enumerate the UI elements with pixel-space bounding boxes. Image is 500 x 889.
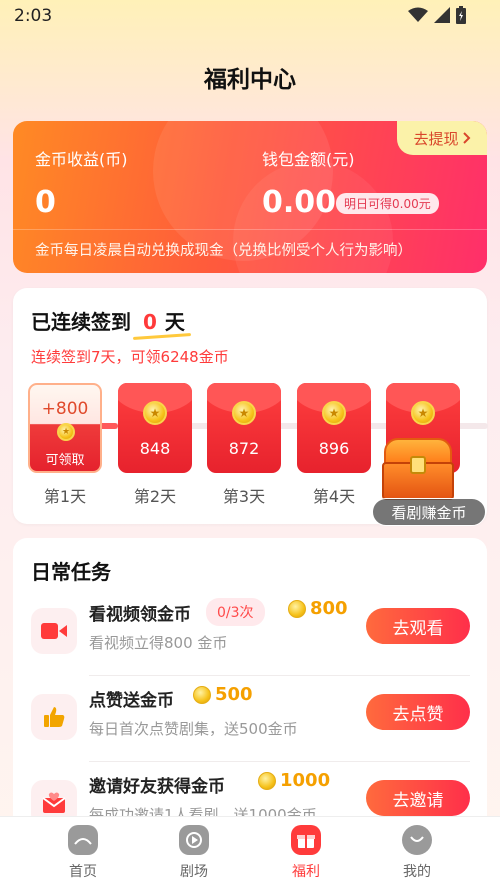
day-1-reward: +800 [41, 399, 89, 419]
red-envelope: ★ 896 [297, 383, 371, 473]
task-name: 看视频领金币 [89, 605, 191, 625]
task-description: 看视频立得800 金币 [89, 634, 228, 652]
coin-icon [258, 771, 276, 790]
treasure-chest-icon[interactable] [378, 438, 458, 504]
claim-label: 可领取 [45, 453, 85, 468]
coin-icon: ★ [322, 401, 346, 425]
signin-day-4[interactable]: ★ 896 第4天 [297, 383, 371, 507]
battery-icon [456, 6, 466, 24]
tomorrow-earnings-badge: 明日可得0.00元 [336, 193, 439, 214]
day-label: 第1天 [43, 487, 87, 506]
signin-day-1[interactable]: +800 ★ 可领取 第1天 [28, 383, 102, 507]
exchange-note: 金币每日凌晨自动兑换成现金（兑换比例受个人行为影响） [35, 243, 412, 259]
gift-icon [291, 825, 321, 855]
nav-item-home[interactable]: 首页 [48, 825, 118, 881]
task-reward: 500 [193, 684, 253, 705]
task-name: 点赞送金币 [89, 691, 174, 711]
red-envelope: +800 ★ 可领取 [28, 383, 102, 473]
status-time: 2:03 [14, 6, 53, 26]
signin-days-count: 0 [143, 310, 157, 334]
play-icon [179, 825, 209, 855]
nav-label: 首页 [69, 864, 97, 880]
coin-icon: ★ [411, 401, 435, 425]
daily-tasks-card: 日常任务 看视频领金币 0/3次 800 看视频立得800 金币 去观看 点赞送… [13, 538, 487, 838]
task-progress-badge: 0/3次 [206, 598, 265, 626]
video-camera-icon [31, 608, 77, 654]
signin-day-2[interactable]: ★ 848 第2天 [118, 383, 192, 507]
watch-drama-earn-button[interactable]: 看剧赚金币 [372, 498, 486, 526]
signal-icon [434, 7, 450, 23]
coin-icon: ★ [232, 401, 256, 425]
nav-label: 我的 [403, 864, 431, 880]
home-icon [68, 825, 98, 855]
withdraw-label: 去提现 [413, 129, 459, 148]
thumbs-up-icon [31, 694, 77, 740]
day-label: 第2天 [133, 487, 177, 506]
task-name: 邀请好友获得金币 [89, 777, 225, 797]
page-title: 福利中心 [204, 67, 296, 93]
signin-title: 已连续签到 0 天 [31, 306, 185, 335]
wallet-amount-label: 钱包金额(元) [262, 150, 355, 169]
day-label: 第4天 [312, 487, 356, 506]
bottom-nav: 首页 剧场 福利 我的 [0, 816, 500, 889]
chevron-right-icon [462, 132, 470, 144]
red-envelope: ★ 872 [207, 383, 281, 473]
task-reward-value: 800 [310, 598, 348, 619]
day-amount: 896 [318, 439, 350, 458]
day-amount: 848 [139, 439, 171, 458]
divider [13, 229, 487, 230]
coin-icon: ★ [57, 423, 75, 441]
coin-icon: ★ [143, 401, 167, 425]
task-description: 每日首次点赞剧集，送500金币 [89, 720, 298, 738]
task-watch-video: 看视频领金币 0/3次 800 看视频立得800 金币 去观看 [13, 590, 487, 676]
withdraw-button[interactable]: 去提现 [397, 121, 487, 155]
nav-item-theater[interactable]: 剧场 [159, 825, 229, 881]
signin-day-3[interactable]: ★ 872 第3天 [207, 383, 281, 507]
wifi-icon [408, 7, 428, 22]
status-icons [408, 6, 466, 24]
profile-icon [402, 825, 432, 855]
coin-icon [288, 599, 306, 618]
go-like-button[interactable]: 去点赞 [366, 694, 470, 730]
daily-tasks-title: 日常任务 [31, 560, 111, 584]
nav-item-mine[interactable]: 我的 [382, 825, 452, 881]
chest-lock [410, 456, 426, 474]
task-reward-value: 1000 [280, 770, 331, 791]
wallet-amount-value: 0.00 [262, 185, 337, 220]
wallet-card: 金币收益(币) 0 钱包金额(元) 0.00 明日可得0.00元 去提现 金币每… [13, 121, 487, 273]
nav-item-welfare[interactable]: 福利 [271, 825, 341, 881]
task-reward: 800 [288, 598, 348, 619]
red-envelope: ★ 848 [118, 383, 192, 473]
coin-earnings-label: 金币收益(币) [35, 150, 128, 169]
day-amount: 872 [228, 439, 260, 458]
coin-icon [193, 685, 211, 704]
task-reward-value: 500 [215, 684, 253, 705]
go-invite-button[interactable]: 去邀请 [366, 780, 470, 816]
task-reward: 1000 [258, 770, 330, 791]
day-label: 第3天 [222, 487, 266, 506]
coin-earnings-value: 0 [35, 185, 56, 220]
nav-label: 福利 [292, 864, 320, 880]
signin-subtitle: 连续签到7天，可领6248金币 [31, 348, 229, 366]
signin-title-suffix: 天 [164, 310, 185, 334]
signin-title-prefix: 已连续签到 [31, 310, 131, 334]
status-bar: 2:03 [0, 0, 500, 34]
task-like: 点赞送金币 500 每日首次点赞剧集，送500金币 去点赞 [13, 676, 487, 762]
nav-label: 剧场 [180, 864, 208, 880]
go-watch-button[interactable]: 去观看 [366, 608, 470, 644]
